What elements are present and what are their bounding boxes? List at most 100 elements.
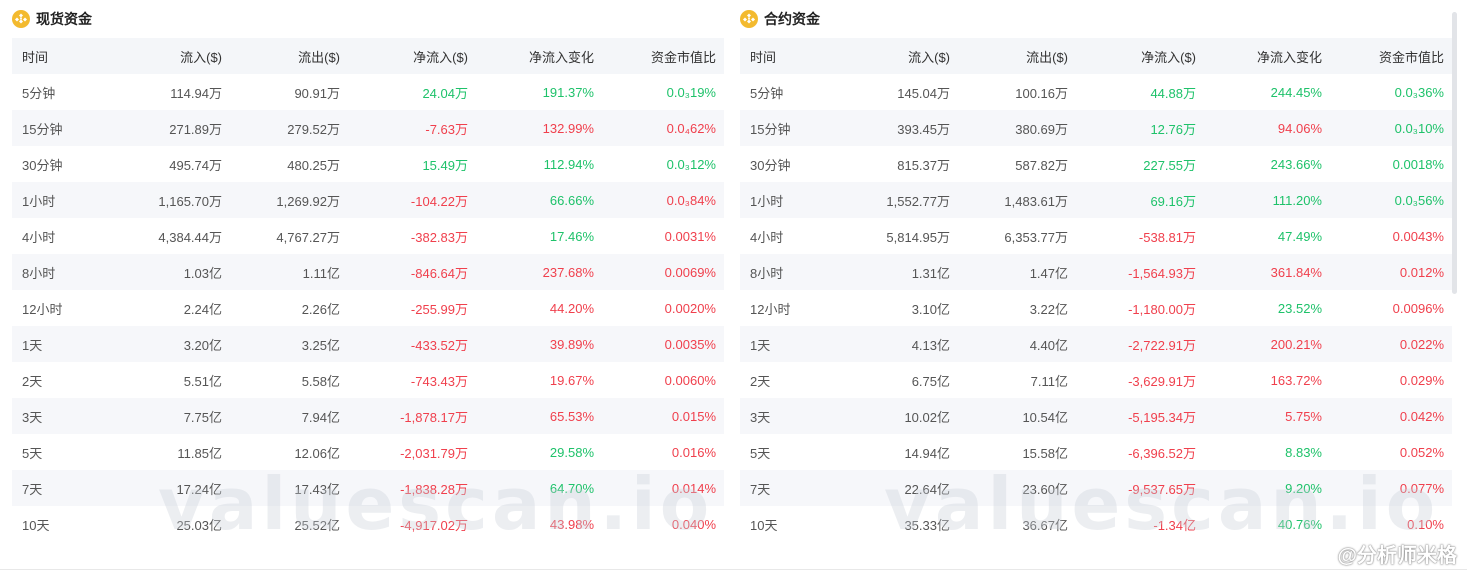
- cell-outflow: 25.52亿: [294, 517, 340, 533]
- table-row: 1天 3.20亿 3.25亿 -433.52万 39.89% 0.0035%: [12, 326, 724, 362]
- cell-net-change: 361.84%: [1204, 254, 1330, 290]
- cell-outflow: 10.54亿: [958, 398, 1076, 434]
- table-row: 2天 6.75亿 7.11亿 -3,629.91万 163.72% 0.029%: [740, 362, 1452, 398]
- cell-net-inflow: 227.55万: [1143, 157, 1196, 173]
- cell-net-inflow: -433.52万: [348, 326, 476, 362]
- cell-time: 12小时: [750, 301, 791, 317]
- cell-outflow: 380.69万: [958, 110, 1076, 146]
- cell-time: 4小时: [750, 229, 784, 245]
- column-header-time[interactable]: 时间: [12, 38, 112, 74]
- cell-net-inflow: -3,629.91万: [1128, 373, 1196, 389]
- column-header-net-inflow[interactable]: 净流入($): [1076, 38, 1204, 74]
- cell-inflow: 6.75亿: [911, 373, 950, 389]
- cell-net-change: 64.70%: [476, 470, 602, 506]
- cell-outflow: 7.94亿: [230, 398, 348, 434]
- cell-net-change: 94.06%: [1204, 110, 1330, 146]
- cell-outflow: 480.25万: [287, 157, 340, 173]
- cell-mcap-ratio: 0.0035%: [602, 326, 724, 362]
- cell-mcap-ratio: 0.0₄62%: [602, 110, 724, 146]
- cell-time: 10天: [22, 517, 50, 533]
- futures-table-body: 5分钟 145.04万 100.16万 44.88万 244.45% 0.0₃36% 15分…: [740, 74, 1452, 542]
- cell-mcap-ratio: 0.0₃84%: [602, 182, 724, 218]
- cell-outflow: 90.91万: [294, 85, 340, 101]
- cell-mcap-ratio: 0.0043%: [1392, 228, 1444, 244]
- cell-net-inflow: 15.49万: [422, 157, 468, 173]
- cell-inflow: 11.85亿: [177, 445, 222, 461]
- cell-outflow: 1,269.92万: [230, 182, 348, 218]
- cell-outflow: 12.06亿: [294, 445, 340, 461]
- cell-inflow: 22.64亿: [840, 470, 958, 506]
- cell-inflow: 114.94万: [170, 85, 222, 101]
- author-credit: @分析师米格: [1311, 539, 1457, 568]
- table-row: 7天 22.64亿 23.60亿 -9,537.65万 9.20% 0.077%: [740, 470, 1452, 506]
- vertical-scrollbar[interactable]: [1452, 12, 1457, 294]
- cell-net-change: 132.99%: [476, 110, 602, 146]
- table-header-row: 时间 流入($) 流出($) 净流入($) 净流入变化 资金市值比: [12, 38, 724, 74]
- cell-mcap-ratio: 0.0₃12%: [666, 156, 716, 172]
- cell-inflow: 145.04万: [897, 85, 950, 101]
- cell-time: 1小时: [12, 182, 112, 218]
- cell-inflow: 4,384.44万: [158, 229, 222, 245]
- column-header-mcap-ratio[interactable]: 资金市值比: [1330, 38, 1452, 74]
- cell-time: 7天: [740, 470, 840, 506]
- cell-net-inflow: 44.88万: [1150, 85, 1196, 101]
- cell-time: 8小时: [740, 254, 840, 290]
- cell-time: 7天: [12, 470, 112, 506]
- table-row: 30分钟 495.74万 480.25万 15.49万 112.94% 0.0₃12%: [12, 146, 724, 182]
- cell-outflow: 7.11亿: [1030, 373, 1068, 389]
- cell-net-inflow: -1.34亿: [1153, 517, 1196, 533]
- cell-net-change: 200.21%: [1204, 326, 1330, 362]
- column-header-net-change[interactable]: 净流入变化: [476, 38, 602, 74]
- cell-net-change: 244.45%: [1270, 84, 1322, 100]
- cell-net-inflow: -1,564.93万: [1076, 254, 1204, 290]
- cell-inflow: 14.94亿: [904, 445, 950, 461]
- futures-panel-title: 合约资金: [764, 11, 820, 27]
- cell-mcap-ratio: 0.0018%: [1392, 156, 1444, 172]
- spot-panel-title: 现货资金: [36, 11, 92, 27]
- column-header-net-change[interactable]: 净流入变化: [1204, 38, 1330, 74]
- table-row: 10天 25.03亿 25.52亿 -4,917.02万 43.98% 0.040%: [12, 506, 724, 542]
- cell-inflow: 4.13亿: [840, 326, 958, 362]
- cell-inflow: 5,814.95万: [886, 229, 950, 245]
- column-header-outflow[interactable]: 流出($): [958, 38, 1076, 74]
- cell-outflow: 5.58亿: [301, 373, 340, 389]
- cell-inflow: 495.74万: [169, 157, 222, 173]
- column-header-time[interactable]: 时间: [740, 38, 840, 74]
- cell-outflow: 36.67亿: [1022, 517, 1068, 533]
- cell-net-change: 40.76%: [1277, 516, 1322, 532]
- cell-mcap-ratio: 0.042%: [1330, 398, 1452, 434]
- cell-net-change: 191.37%: [542, 84, 594, 100]
- cell-mcap-ratio: 0.077%: [1330, 470, 1452, 506]
- cell-net-change: 29.58%: [549, 444, 594, 460]
- cell-inflow: 25.03亿: [176, 517, 222, 533]
- table-row: 15分钟 393.45万 380.69万 12.76万 94.06% 0.0₃10%: [740, 110, 1452, 146]
- cell-net-change: 39.89%: [476, 326, 602, 362]
- spot-funds-panel: 现货资金 时间 流入($) 流出($) 净流入($) 净流入变化 资金市值比 5…: [12, 6, 724, 542]
- cell-mcap-ratio: 0.029%: [1399, 372, 1444, 388]
- table-row: 4小时 5,814.95万 6,353.77万 -538.81万 47.49% 0.004…: [740, 218, 1452, 254]
- column-header-inflow[interactable]: 流入($): [112, 38, 230, 74]
- cell-outflow: 279.52万: [230, 110, 348, 146]
- cell-inflow: 17.24亿: [112, 470, 230, 506]
- table-row: 10天 35.33亿 36.67亿 -1.34亿 40.76% 0.10%: [740, 506, 1452, 542]
- cell-net-inflow: -2,031.79万: [400, 445, 468, 461]
- cell-net-inflow: -104.22万: [348, 182, 476, 218]
- cell-net-change: 9.20%: [1204, 470, 1330, 506]
- column-header-net-inflow[interactable]: 净流入($): [348, 38, 476, 74]
- cell-time: 5分钟: [22, 85, 56, 101]
- cell-time: 1小时: [740, 182, 840, 218]
- column-header-mcap-ratio[interactable]: 资金市值比: [602, 38, 724, 74]
- cell-net-inflow: 69.16万: [1076, 182, 1204, 218]
- table-row: 12小时 2.24亿 2.26亿 -255.99万 44.20% 0.0020%: [12, 290, 724, 326]
- cell-inflow: 271.89万: [112, 110, 230, 146]
- table-row: 7天 17.24亿 17.43亿 -1,838.28万 64.70% 0.014%: [12, 470, 724, 506]
- weibo-logo-icon: [1313, 544, 1333, 564]
- table-row: 30分钟 815.37万 587.82万 227.55万 243.66% 0.0018%: [740, 146, 1452, 182]
- column-header-inflow[interactable]: 流入($): [840, 38, 958, 74]
- cell-outflow: 3.22亿: [1029, 301, 1068, 317]
- cell-net-inflow: -538.81万: [1138, 229, 1196, 245]
- column-header-outflow[interactable]: 流出($): [230, 38, 348, 74]
- cell-time: 1天: [12, 326, 112, 362]
- table-row: 4小时 4,384.44万 4,767.27万 -382.83万 17.46% 0.003…: [12, 218, 724, 254]
- cell-mcap-ratio: 0.014%: [602, 470, 724, 506]
